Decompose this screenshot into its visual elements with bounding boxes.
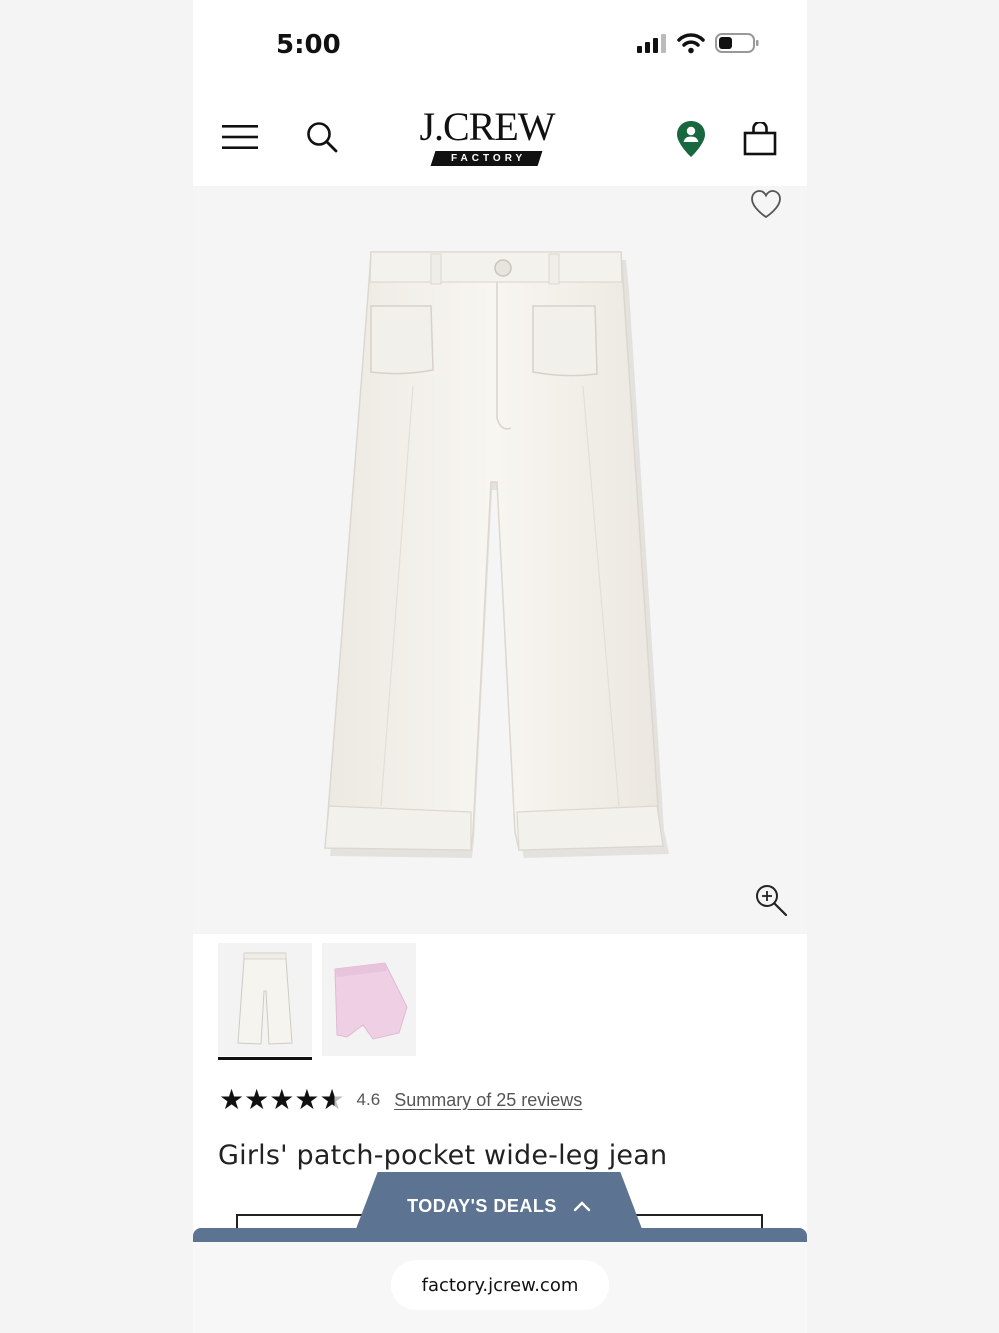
logo-wordmark: J.CREW xyxy=(419,104,555,149)
star-icon: ★ xyxy=(219,1083,245,1116)
rating-value: 4.6 xyxy=(356,1090,381,1109)
star-icon: ★ xyxy=(244,1083,270,1116)
shopping-bag-icon xyxy=(743,122,777,156)
hamburger-menu-icon xyxy=(222,125,258,149)
thumbnail-pink-image xyxy=(322,943,416,1056)
jeans-thumbnail-image xyxy=(237,952,293,1045)
thumbnail-white[interactable] xyxy=(218,943,312,1060)
site-header: J.CREW FACTORY xyxy=(193,92,807,186)
product-image-area[interactable] xyxy=(193,186,807,934)
zoom-button[interactable] xyxy=(753,882,789,918)
url-text: factory.jcrew.com xyxy=(421,1274,579,1296)
search-button[interactable] xyxy=(301,116,343,158)
reviews-summary-link[interactable]: Summary of 25 reviews xyxy=(394,1090,582,1111)
status-time: 5:00 xyxy=(276,30,341,60)
menu-button[interactable] xyxy=(219,118,261,156)
search-icon xyxy=(307,122,338,153)
wishlist-button[interactable] xyxy=(749,188,783,220)
star-icon: ★ xyxy=(269,1083,295,1116)
thumbnail-white-image xyxy=(218,943,312,1056)
product-jeans-image xyxy=(324,251,669,858)
status-bar: 5:00 xyxy=(193,0,807,92)
logo-factory-text: FACTORY xyxy=(451,153,527,164)
status-icons xyxy=(637,32,759,54)
jcrew-factory-logo[interactable]: J.CREW FACTORY xyxy=(407,106,567,172)
star-icon: ★ xyxy=(294,1083,320,1116)
store-locator-icon xyxy=(677,121,705,157)
thumbnail-pink[interactable] xyxy=(322,943,416,1060)
rating-stars: ★ ★ ★ ★ ★ xyxy=(219,1086,345,1114)
logo-factory-band: FACTORY xyxy=(430,151,544,166)
battery-icon xyxy=(715,33,759,53)
jeans-thumbnail-pink-image xyxy=(334,961,408,1040)
star-partial-icon: ★ xyxy=(319,1083,345,1116)
shopping-bag-button[interactable] xyxy=(740,118,780,160)
zoom-in-icon xyxy=(756,885,788,917)
store-locator-button[interactable] xyxy=(671,116,711,162)
rating-row: ★ ★ ★ ★ ★ 4.6 Summary of 25 reviews xyxy=(219,1086,582,1114)
wifi-icon xyxy=(677,33,705,54)
browser-bottom-bar: factory.jcrew.com xyxy=(193,1242,807,1333)
chevron-up-icon xyxy=(573,1201,591,1212)
thumbnail-strip xyxy=(218,943,416,1060)
deals-label: TODAY'S DEALS xyxy=(407,1195,557,1216)
phone-screen: 5:00 J.CREW FACTORY ★ ★ ★ ★ ★ 4.6 Summar… xyxy=(193,0,807,1333)
url-bar[interactable]: factory.jcrew.com xyxy=(391,1260,609,1310)
todays-deals-tab[interactable]: TODAY'S DEALS xyxy=(351,1172,647,1242)
heart-icon xyxy=(751,190,781,219)
product-title: Girls' patch-pocket wide-leg jean xyxy=(218,1140,668,1171)
signal-icon xyxy=(637,34,666,53)
